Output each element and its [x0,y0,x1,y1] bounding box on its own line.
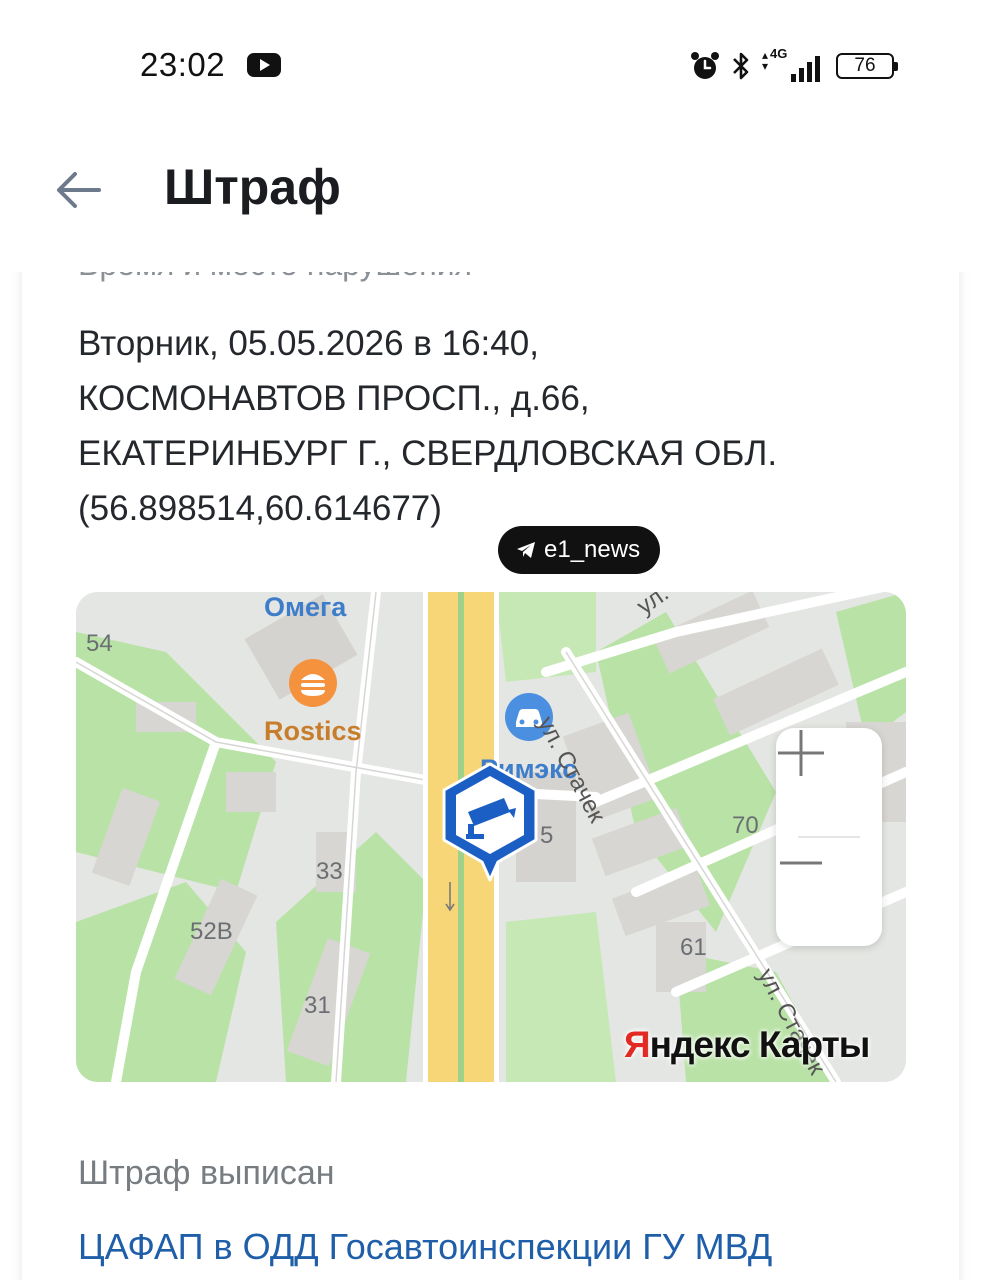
house-number: 54 [86,630,113,657]
house-number: 5 [540,822,554,849]
traffic-camera-icon[interactable] [438,762,542,886]
telegram-icon [517,542,535,558]
house-number: 52В [190,918,233,945]
issued-by-label: Штраф выписан [78,1154,335,1192]
signal-icon: ▴ ▾ 4G [762,46,820,82]
minus-icon [780,861,822,865]
bluetooth-icon [733,52,749,80]
plus-icon [778,730,824,776]
restaurant-icon[interactable] [288,658,338,708]
arrow-left-icon [57,172,101,208]
network-type: 4G [770,46,788,61]
battery-icon: 76 [836,53,898,79]
watermark-text: e1_news [544,536,641,563]
status-bar: 23:02 ▴ ▾ 4G 76 [0,0,981,130]
house-number: 70 [732,812,759,839]
violation-map[interactable]: Омега Rostics Римэкс ул. Стачек ул. Стач… [76,592,906,1082]
poi-omega-label: Омега [264,592,347,622]
zoom-out-button[interactable] [776,838,882,947]
zoom-controls [776,728,882,946]
house-number: 61 [680,934,707,961]
app-header: Штраф [0,130,981,272]
poi-rostics-label: Rostics [264,716,362,746]
yandex-maps-logo[interactable]: Яндекс Карты [624,1024,871,1066]
house-number: 31 [304,992,331,1019]
zoom-in-button[interactable] [776,728,882,837]
issuer-link[interactable]: ЦАФАП в ОДД Госавтоинспекции ГУ МВД [78,1226,772,1268]
status-icons: ▴ ▾ 4G 76 [690,46,898,86]
alarm-icon [691,52,719,79]
battery-level: 76 [854,55,876,76]
house-number: 33 [316,858,343,885]
violation-details: Вторник, 05.05.2026 в 16:40, КОСМОНАВТОВ… [78,324,778,528]
yandex-logo-letter: Я [624,1024,651,1065]
yandex-logo-text: ндекс Карты [649,1024,871,1065]
page-title: Штраф [164,159,341,215]
watermark-badge: e1_news [498,526,661,574]
back-button[interactable] [48,160,108,220]
status-time: 23:02 [140,46,226,83]
youtube-icon [247,53,281,77]
